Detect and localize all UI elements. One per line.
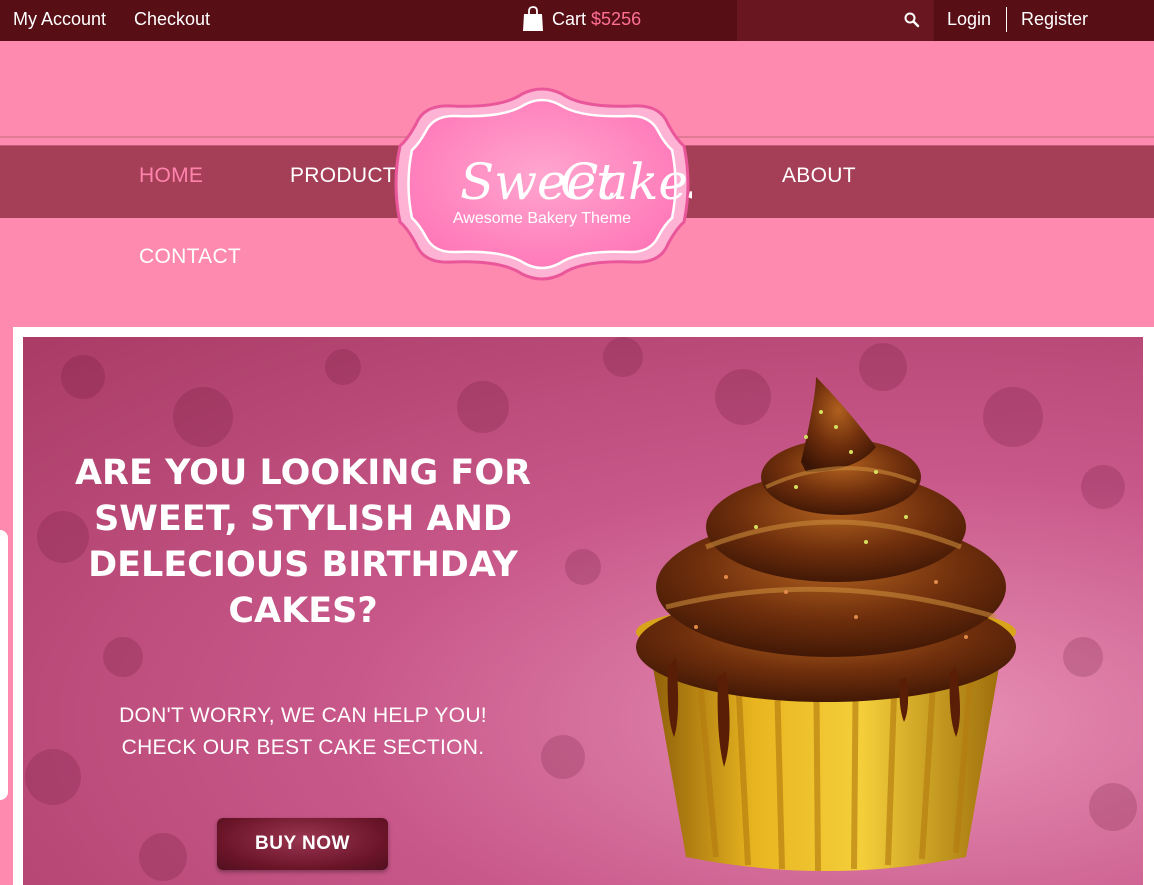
hero-headline: ARE YOU LOOKING FOR SWEET, STYLISH AND D… (68, 450, 538, 634)
cart-amount: $5256 (591, 9, 642, 29)
nav-item-contact[interactable]: CONTACT (139, 245, 241, 269)
cart-link[interactable]: Cart $5256 (552, 9, 641, 30)
login-register-divider (1006, 7, 1007, 32)
headline-line: CAKES? (228, 591, 378, 631)
search-icon[interactable] (903, 11, 921, 29)
subtext-line: DON'T WORRY, WE CAN HELP YOU! (119, 704, 487, 727)
register-link[interactable]: Register (1021, 9, 1088, 30)
nav-item-about[interactable]: ABOUT (782, 164, 856, 188)
headline-line: ARE YOU LOOKING FOR (74, 453, 532, 493)
logo-tagline: Awesome Bakery Theme (453, 210, 631, 227)
buy-now-button[interactable]: BUY NOW (217, 818, 388, 870)
hero-subtext: DON'T WORRY, WE CAN HELP YOU! CHECK OUR … (68, 700, 538, 764)
login-link[interactable]: Login (947, 9, 991, 30)
subtext-line: CHECK OUR BEST CAKE SECTION. (121, 736, 485, 759)
slider-next-tab[interactable] (1146, 530, 1154, 800)
nav-item-home[interactable]: HOME (139, 164, 203, 188)
cart-label: Cart (552, 9, 587, 29)
hero-slider: ARE YOU LOOKING FOR SWEET, STYLISH AND D… (23, 337, 1143, 885)
headline-line: DELECIOUS BIRTHDAY (88, 545, 518, 585)
logo-title-cakes: Cakes (560, 153, 692, 211)
shopping-bag-icon[interactable] (522, 6, 544, 32)
site-logo[interactable]: Sweet Cakes Awesome Bakery Theme (392, 84, 692, 284)
slider-prev-tab[interactable] (0, 530, 8, 800)
headline-line: SWEET, STYLISH AND (94, 499, 512, 539)
cupcake-image (636, 377, 1016, 872)
top-bar: My Account Checkout Cart $5256 Login Reg… (0, 0, 1154, 41)
checkout-link[interactable]: Checkout (134, 9, 210, 30)
my-account-link[interactable]: My Account (13, 9, 106, 30)
